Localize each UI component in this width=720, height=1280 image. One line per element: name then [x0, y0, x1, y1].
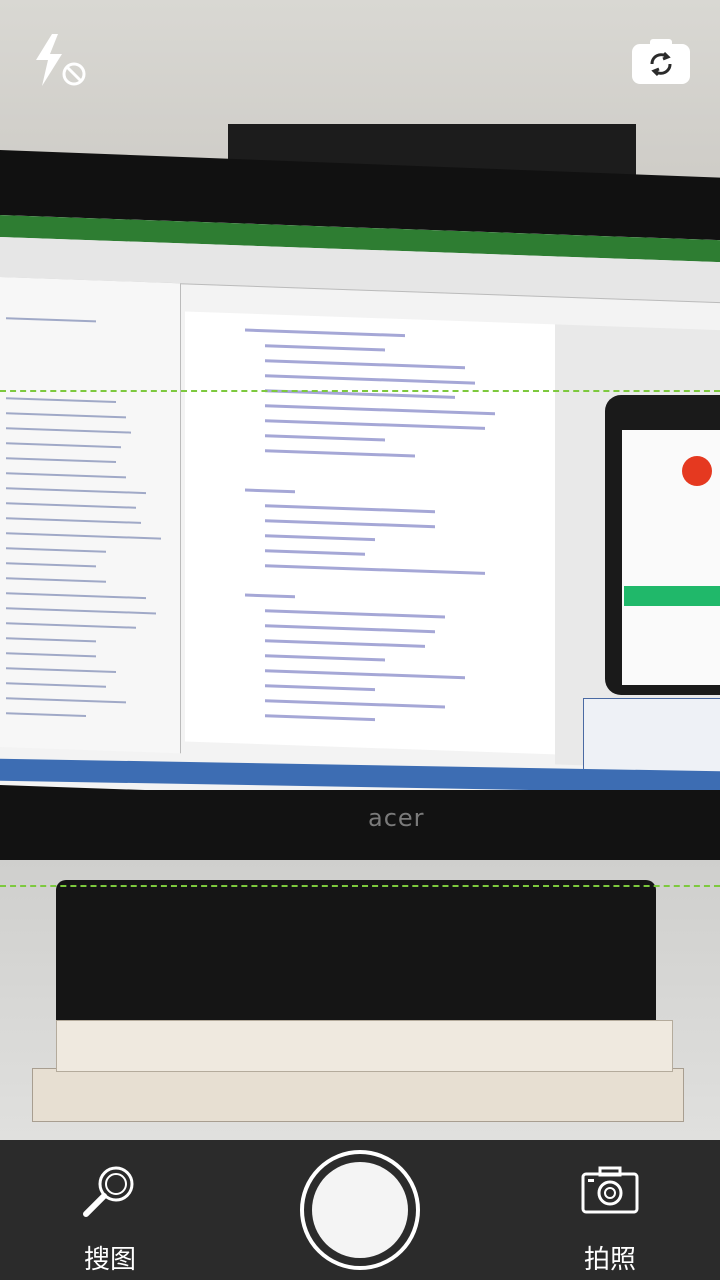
monitor-brand: acer: [368, 804, 425, 832]
shutter-icon: [312, 1162, 408, 1258]
camera-viewfinder: acer: [0, 0, 720, 1140]
book-stack-lower: [32, 1068, 684, 1122]
take-photo-label: 拍照: [583, 1245, 636, 1275]
scan-frame-bottom-line: [0, 885, 720, 887]
ide-code-editor: [185, 311, 555, 755]
magnifier-icon: [83, 1166, 134, 1217]
book-stack-upper: [56, 1020, 673, 1072]
monitor-bezel: [0, 790, 720, 860]
camera-icon: [581, 1166, 639, 1214]
scan-frame-top-line: [0, 390, 720, 392]
take-photo-button[interactable]: 拍照: [555, 1155, 665, 1275]
switch-camera-icon[interactable]: [630, 38, 692, 86]
monitor-stand: [56, 880, 656, 1030]
phone-preview-avatar: [682, 456, 712, 486]
phone-preview-login-button: [624, 586, 720, 606]
flash-off-icon[interactable]: [30, 30, 90, 90]
ide-project-tree: [0, 277, 181, 754]
search-image-label: 搜图: [83, 1245, 136, 1275]
search-image-button[interactable]: 搜图: [55, 1155, 165, 1275]
shutter-button[interactable]: [300, 1150, 420, 1270]
